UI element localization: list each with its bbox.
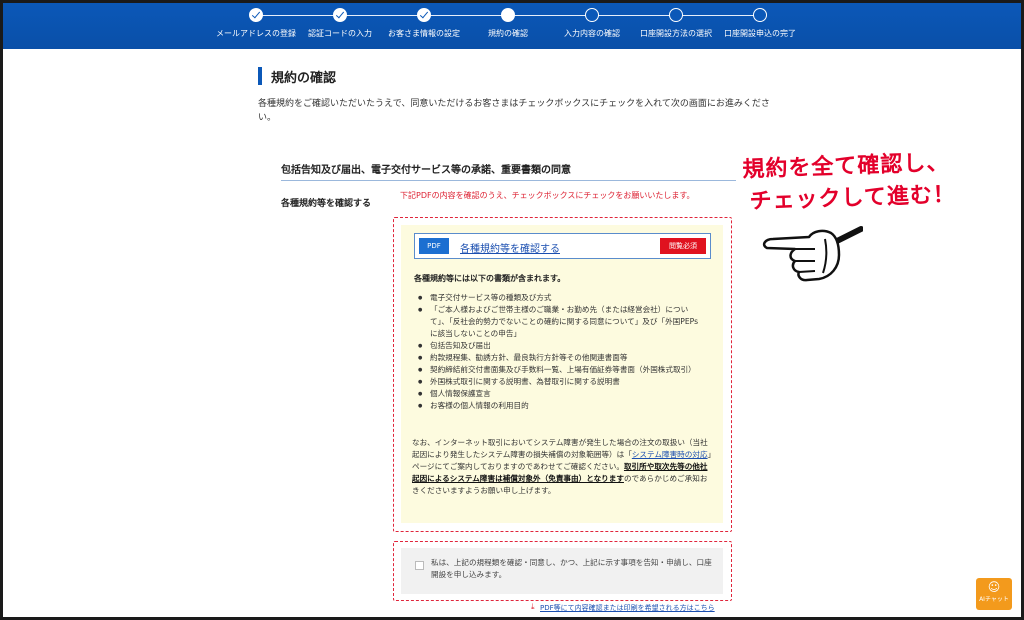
step-circle-icon: [501, 8, 515, 22]
pdf-small-icon: ⤓: [531, 602, 535, 611]
step-label: 口座開設申込の完了: [724, 29, 796, 38]
annotation-text: 規約を全て確認し、 チェックして進む！: [742, 147, 956, 218]
document-item: 「ご本人様およびご世帯主様のご職業・お勤め先（または経営会社）について」、「反社…: [418, 304, 703, 340]
step-circle-icon: [669, 8, 683, 22]
terms-pdf-link[interactable]: 各種規約等を確認する: [460, 240, 560, 255]
section-title: 包括告知及び届出、電子交付サービス等の承諾、重要書類の同意: [281, 165, 571, 176]
check-circle-icon: [249, 8, 263, 22]
notice-text: 下記PDFの内容を確認のうえ、チェックボックスにチェックをお願いいたします。: [400, 191, 695, 200]
pdf-link-bar[interactable]: PDF 各種規約等を確認する 閲覧必須: [414, 233, 711, 259]
check-circle-icon: [417, 8, 431, 22]
section-divider: [281, 180, 736, 181]
documents-heading: 各種規約等には以下の書類が含まれます。: [414, 274, 566, 283]
system-failure-link[interactable]: システム障害時の対応: [632, 450, 708, 459]
document-item: 電子交付サービス等の種類及び方式: [418, 292, 703, 304]
robot-icon: ☺: [987, 580, 1001, 594]
page-frame: メールアドレスの登録 認証コードの入力 お客さま情報の設定 規約の確認 入力内容の確認口…: [3, 3, 1021, 617]
required-badge: 閲覧必須: [660, 238, 706, 254]
agree-text[interactable]: 私は、上記の規程類を確認・同意し、かつ、上記に示す事項を告知・申請し、口座開設を…: [431, 557, 716, 581]
print-pdf-link[interactable]: PDF等にて内容確認または印刷を希望される方はこちら: [540, 603, 715, 613]
progress-header: メールアドレスの登録 認証コードの入力 お客さま情報の設定 規約の確認 入力内容の確認口…: [3, 3, 1021, 49]
documents-list: 電子交付サービス等の種類及び方式「ご本人様およびご世帯主様のご職業・お勤め先（ま…: [418, 292, 703, 412]
document-item: 個人情報保護宣言: [418, 388, 703, 400]
intro-text: 各種規約をご確認いただいたうえで、同意いただけるお客さまはチェックボックスにチェ…: [258, 99, 770, 123]
row-label: 各種規約等を確認する: [281, 199, 372, 209]
document-item: 約款規程集、勧誘方針、最良執行方針等その他関連書面等: [418, 352, 703, 364]
check-circle-icon: [333, 8, 347, 22]
document-item: 契約締結前交付書面集及び手数料一覧、上場有価証券等書面（外国株式取引）: [418, 364, 703, 376]
step-circle-icon: [753, 8, 767, 22]
document-item: 包括告知及び届出: [418, 340, 703, 352]
agree-checkbox[interactable]: [415, 561, 424, 570]
document-item: 外国株式取引に関する説明書、為替取引に関する説明書: [418, 376, 703, 388]
step-circle-icon: [585, 8, 599, 22]
ai-chat-label: AIチャット: [979, 596, 1009, 603]
pointing-hand-icon: [762, 226, 863, 282]
ai-chat-button[interactable]: ☺ AIチャット: [976, 578, 1012, 610]
title-accent-bar: [258, 67, 262, 85]
document-item: お客様の個人情報の利用目的: [418, 400, 703, 412]
agreement-panel: 私は、上記の規程類を確認・同意し、かつ、上記に示す事項を告知・申請し、口座開設を…: [401, 548, 723, 594]
annotation-line-2: チェックして進む！: [749, 182, 957, 215]
step-7: 口座開設申込の完了: [710, 8, 810, 39]
page-title: 規約の確認: [271, 71, 337, 86]
system-failure-note: なお、インターネット取引においてシステム障害が発生した場合の注文の取扱い（当社起…: [412, 437, 714, 497]
pdf-icon: PDF: [419, 238, 449, 254]
